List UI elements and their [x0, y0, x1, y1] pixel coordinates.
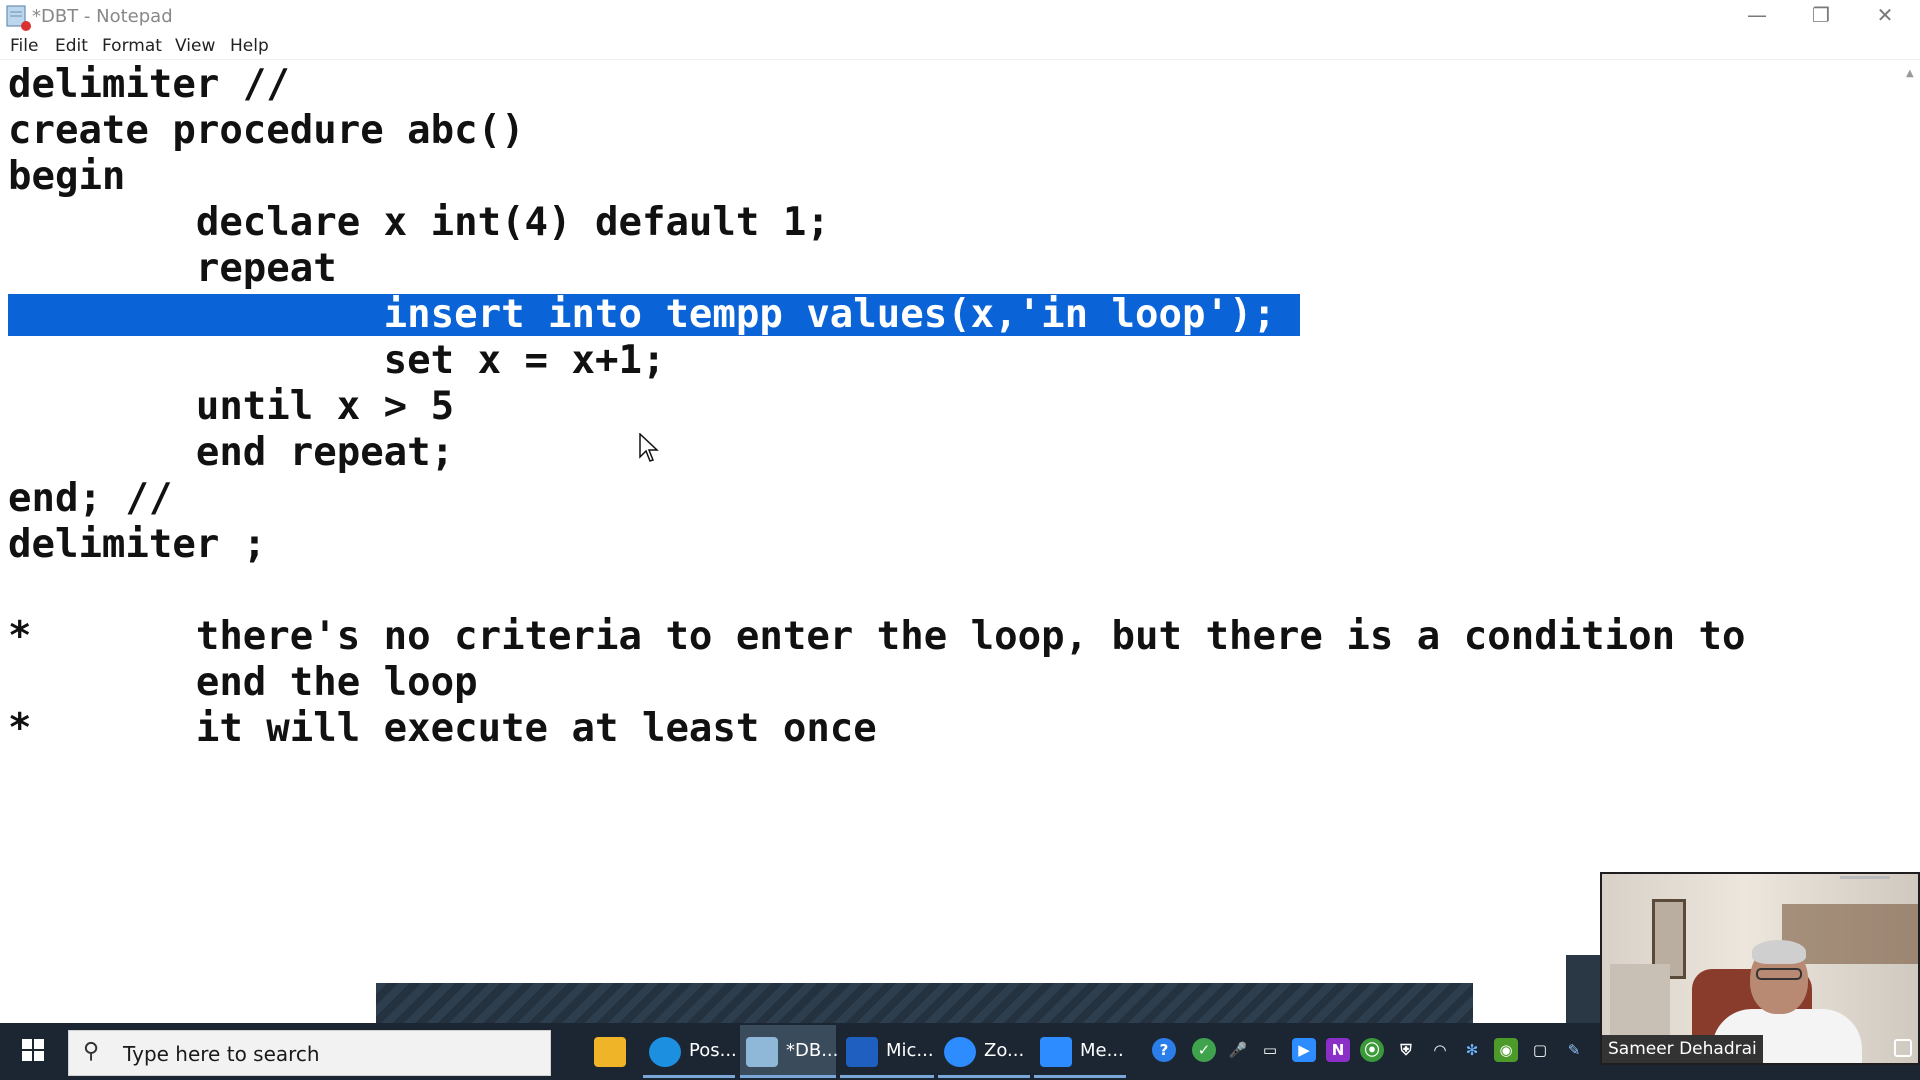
- code-line: * there's no criteria to enter the loop,…: [8, 614, 1746, 659]
- search-box[interactable]: ⚲ Type here to search: [68, 1030, 551, 1076]
- window-title: *DBT - Notepad: [32, 6, 173, 27]
- video-options-icon[interactable]: [1894, 1039, 1912, 1057]
- unsaved-indicator-icon: [21, 21, 31, 31]
- search-placeholder: Type here to search: [123, 1042, 320, 1066]
- snowflake-icon[interactable]: ✻: [1460, 1038, 1484, 1062]
- title-bar: *DBT - Notepad — ❐ ✕: [0, 0, 1920, 32]
- code-line: create procedure abc(): [8, 108, 525, 153]
- taskbar-edge[interactable]: Pos...: [643, 1025, 737, 1078]
- menu-format[interactable]: Format: [102, 36, 162, 56]
- taskbar-zoom-meeting[interactable]: Me...: [1034, 1025, 1126, 1078]
- zoom-meeting-icon: [1040, 1037, 1072, 1067]
- screen-share-border: [376, 983, 1473, 1023]
- code-line: repeat: [8, 246, 337, 291]
- mouse-cursor-icon: [639, 433, 659, 462]
- code-line: delimiter ;: [8, 522, 267, 567]
- code-line: set x = x+1;: [8, 338, 666, 383]
- ceiling-fan: [1840, 876, 1890, 894]
- maximize-button[interactable]: ❐: [1790, 0, 1852, 32]
- taskbar-zoom-label: Zo...: [984, 1040, 1025, 1061]
- zoom-tray-icon[interactable]: ▶: [1292, 1038, 1316, 1062]
- code-line: * it will execute at least once: [8, 706, 877, 751]
- edge-icon: [649, 1037, 681, 1067]
- menu-bar: File Edit Format View Help: [0, 32, 1920, 60]
- notepad-icon: [746, 1037, 778, 1067]
- code-line: end; //: [8, 476, 173, 521]
- taskbar-file-explorer[interactable]: [588, 1025, 636, 1078]
- zoom-icon: [944, 1037, 976, 1067]
- microphone-icon[interactable]: 🎤: [1226, 1038, 1250, 1062]
- taskbar-notepad[interactable]: *DB...: [740, 1025, 839, 1078]
- pen-icon[interactable]: ✎: [1562, 1038, 1586, 1062]
- code-line: end the loop: [8, 660, 478, 705]
- wifi-icon[interactable]: ◠: [1428, 1038, 1452, 1062]
- taskbar-whiteboard[interactable]: Mic...: [840, 1025, 934, 1078]
- code-line: end repeat;: [8, 430, 455, 475]
- code-line: until x > 5: [8, 384, 455, 429]
- code-line: delimiter //: [8, 62, 290, 107]
- file-explorer-icon: [594, 1037, 626, 1067]
- webcam-video[interactable]: Sameer Dehadrai: [1600, 872, 1920, 1065]
- menu-view[interactable]: View: [175, 36, 215, 56]
- running-indicator: [840, 1075, 934, 1078]
- running-indicator: [643, 1075, 735, 1078]
- glasses: [1756, 968, 1802, 980]
- participant-name: Sameer Dehadrai: [1602, 1035, 1763, 1063]
- code-line: declare x int(4) default 1;: [8, 200, 830, 245]
- check-icon[interactable]: ✓: [1192, 1038, 1216, 1062]
- start-button[interactable]: [0, 1023, 66, 1080]
- menu-help[interactable]: Help: [230, 36, 269, 56]
- scroll-up-icon[interactable]: ▲: [1906, 68, 1914, 79]
- display-icon[interactable]: ▢: [1528, 1038, 1552, 1062]
- help-icon[interactable]: ?: [1152, 1038, 1176, 1062]
- taskbar-edge-label: Pos...: [689, 1040, 737, 1061]
- person-hair: [1752, 940, 1806, 964]
- close-button[interactable]: ✕: [1854, 0, 1916, 32]
- shield-icon[interactable]: ⛨: [1394, 1038, 1418, 1062]
- taskbar-whiteboard-label: Mic...: [886, 1040, 934, 1061]
- code-line: begin: [8, 154, 126, 199]
- running-indicator: [1034, 1075, 1126, 1078]
- search-icon: ⚲: [83, 1039, 100, 1064]
- whiteboard-icon: [846, 1037, 878, 1067]
- taskbar-notepad-label: *DB...: [786, 1040, 839, 1061]
- selected-code-line: insert into tempp values(x,'in loop');: [8, 294, 1300, 336]
- nvidia-icon[interactable]: ◉: [1494, 1038, 1518, 1062]
- battery-icon[interactable]: ▭: [1258, 1038, 1282, 1062]
- minimize-button[interactable]: —: [1726, 0, 1788, 32]
- taskbar-zoom-meeting-label: Me...: [1080, 1040, 1124, 1061]
- menu-file[interactable]: File: [10, 36, 38, 56]
- green-app-icon[interactable]: ⦿: [1360, 1038, 1384, 1062]
- menu-edit[interactable]: Edit: [55, 36, 88, 56]
- running-indicator: [938, 1075, 1030, 1078]
- onenote-icon[interactable]: N: [1326, 1038, 1350, 1062]
- taskbar-zoom[interactable]: Zo...: [938, 1025, 1030, 1078]
- running-indicator: [740, 1075, 836, 1078]
